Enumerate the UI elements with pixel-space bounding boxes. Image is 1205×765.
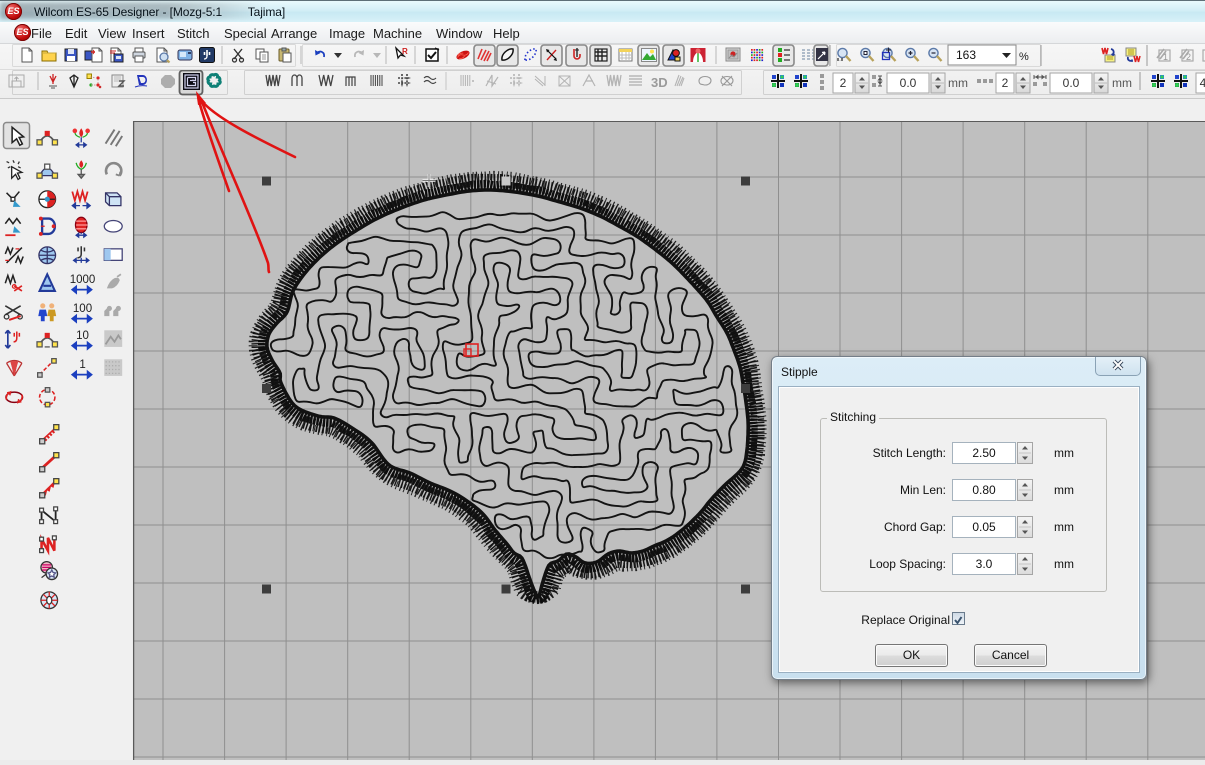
svg-text:2: 2: [840, 76, 847, 90]
svg-text:100: 100: [73, 303, 92, 315]
svg-text:mm: mm: [948, 76, 968, 90]
svg-text:%: %: [1019, 51, 1029, 63]
svg-text:0.0: 0.0: [900, 76, 917, 90]
svg-text:163: 163: [956, 48, 976, 62]
svg-text:mm: mm: [1112, 76, 1132, 90]
svg-text:2: 2: [1002, 76, 1009, 90]
svg-text:0.0: 0.0: [1063, 76, 1080, 90]
svg-text:4: 4: [1200, 76, 1205, 90]
svg-text:3D: 3D: [651, 75, 668, 90]
svg-text:1: 1: [79, 359, 85, 371]
svg-text:R: R: [402, 47, 408, 56]
svg-text:2: 2: [1186, 52, 1191, 62]
svg-text:1000: 1000: [70, 274, 96, 286]
svg-text:1: 1: [1163, 52, 1168, 62]
svg-text:10: 10: [76, 330, 89, 342]
